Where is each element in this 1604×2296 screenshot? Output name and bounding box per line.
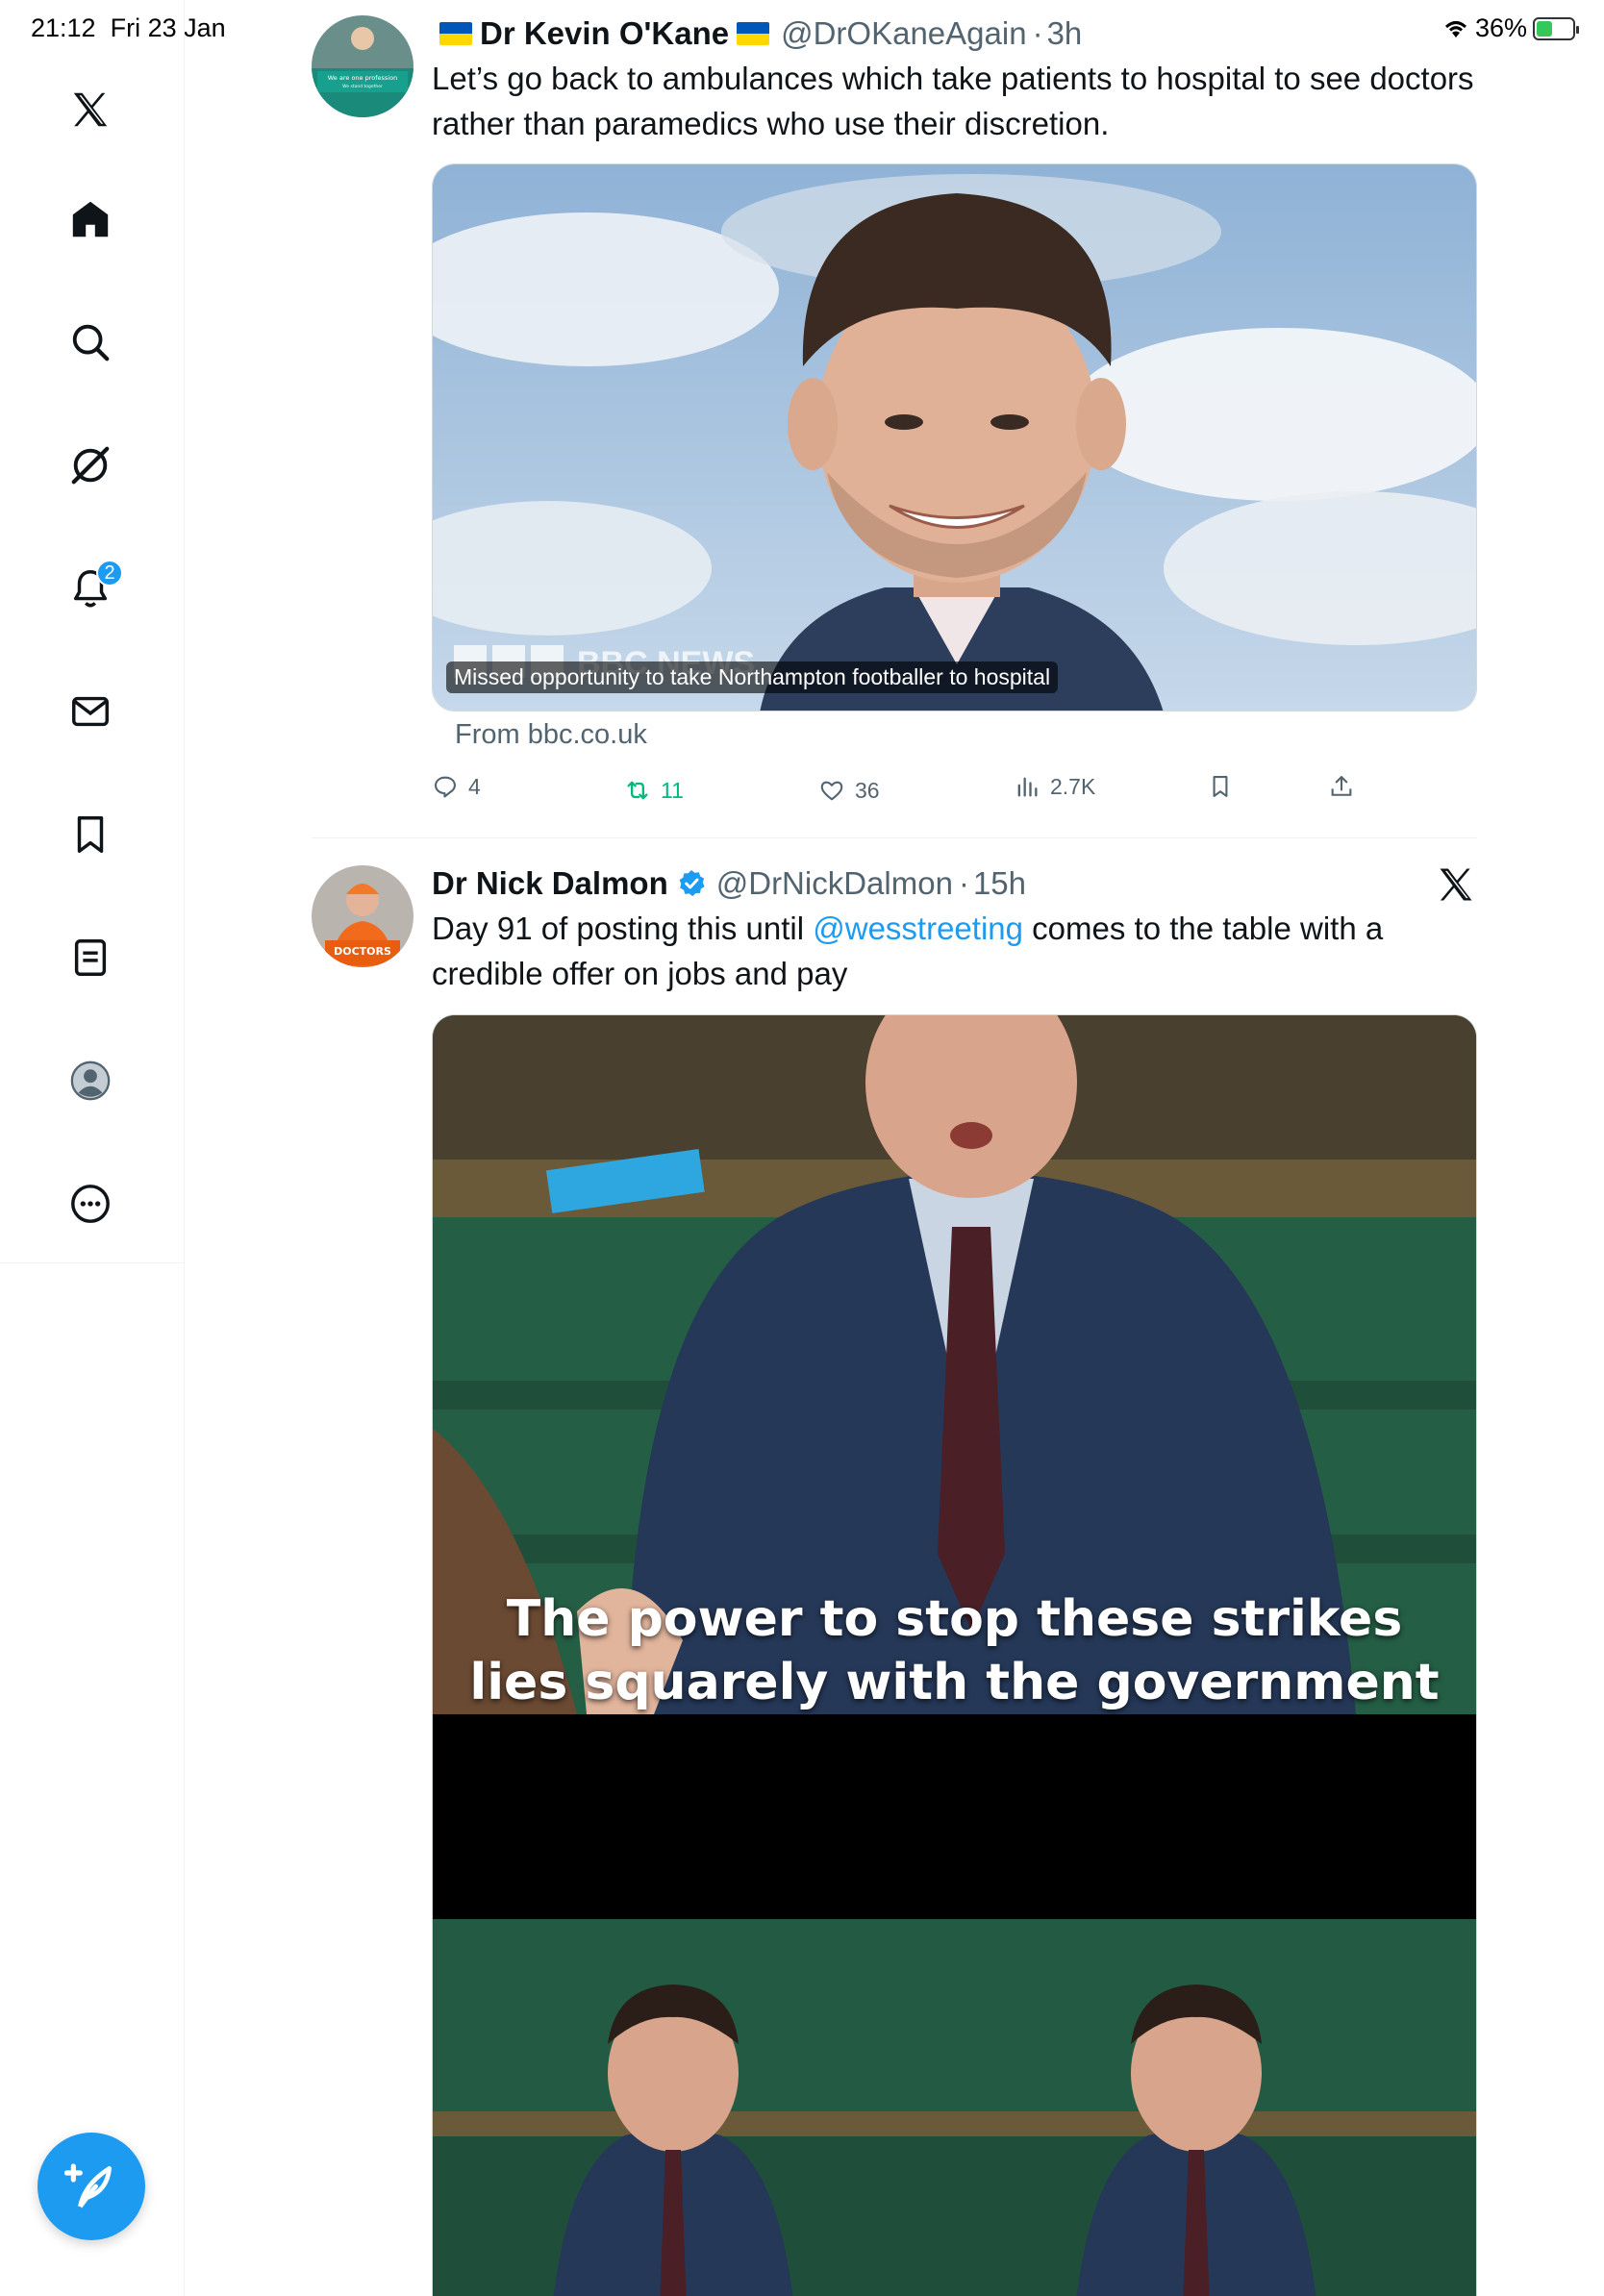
svg-text:We are one profession: We are one profession (328, 74, 397, 82)
notifications-badge: 2 (96, 560, 123, 586)
bell-icon[interactable]: 2 (63, 560, 123, 615)
author-handle[interactable]: @DrNickDalmon (716, 865, 953, 902)
bookmark-button[interactable] (1207, 773, 1234, 800)
tweet[interactable]: We are one profession We stand together … (312, 13, 1477, 831)
reply-button[interactable]: 4 (432, 773, 481, 800)
x-logo-icon[interactable] (63, 83, 117, 137)
views-button[interactable]: 2.7K (1014, 773, 1095, 800)
tweet-body: Dr Nick Dalmon @DrNickDalmon · 15h Day 9… (432, 863, 1477, 996)
video-subtitle: The power to stop these strikes lies squ… (469, 1590, 1440, 1711)
search-icon[interactable] (63, 315, 117, 369)
bookmark-icon (1213, 776, 1228, 797)
link-card-image[interactable]: BBC NEWS Missed opportunity to take Nort… (432, 163, 1477, 711)
news-photo: BBC NEWS (433, 164, 1476, 711)
share-button[interactable] (1328, 773, 1355, 800)
retweet-button[interactable]: 11 (624, 777, 684, 804)
link-source[interactable]: From bbc.co.uk (455, 719, 647, 751)
tweet-body: Dr Kevin O'Kane @DrOKaneAgain · 3h Let’s… (432, 13, 1477, 146)
ukraine-flag-icon (439, 22, 472, 45)
mail-icon[interactable] (63, 685, 117, 738)
avatar[interactable]: We are one profession We stand together (312, 15, 414, 117)
tweet-time[interactable]: 15h (973, 865, 1026, 902)
mention-link[interactable]: @wesstreeting (813, 911, 1023, 946)
grok-icon[interactable] (63, 438, 117, 492)
svg-text:DOCTORS: DOCTORS (334, 945, 391, 958)
sidebar: 2 (0, 0, 185, 2296)
avatar[interactable]: DOCTORS (312, 865, 414, 967)
compose-button[interactable] (38, 2133, 145, 2240)
share-icon (1331, 776, 1352, 796)
list-icon[interactable] (63, 931, 117, 985)
compose-feather-icon (64, 2163, 112, 2209)
home-icon[interactable] (63, 192, 117, 246)
tweet-text: Day 91 of posting this until @wesstreeti… (432, 911, 1384, 991)
ukraine-flag-icon (737, 22, 770, 45)
media-caption: Missed opportunity to take Northampton f… (446, 661, 1059, 693)
video-media[interactable]: The power to stop these strikes lies squ… (432, 1014, 1477, 2296)
battery-percent: 36% (1474, 13, 1527, 42)
author-name[interactable]: Dr Nick Dalmon (432, 865, 668, 902)
tweet-divider (312, 837, 1477, 838)
author-name[interactable]: Dr Kevin O'Kane (480, 15, 729, 52)
author-handle[interactable]: @DrOKaneAgain (781, 15, 1026, 52)
bookmark-icon[interactable] (63, 808, 117, 861)
svg-text:We stand together: We stand together (342, 84, 383, 89)
tweet-actions: 4 11 36 2.7K (312, 773, 1477, 811)
dot-separator: · (1032, 15, 1043, 51)
retweet-icon (627, 781, 648, 800)
reply-count: 4 (468, 773, 481, 799)
avatar-icon[interactable] (63, 1054, 117, 1108)
reply-icon (435, 776, 456, 798)
retweet-count: 11 (661, 777, 684, 803)
views-chart-icon (1017, 777, 1038, 797)
like-count: 36 (855, 777, 880, 803)
battery-icon (1533, 16, 1579, 40)
tweet-text: Let’s go back to ambulances which take p… (432, 61, 1474, 141)
tweet[interactable]: DOCTORS Dr Nick Dalmon @DrNickDalmon · 1… (312, 863, 1477, 2296)
sidebar-divider (0, 1262, 185, 1263)
x-logo-icon[interactable] (1435, 863, 1477, 906)
tweet-header: Dr Kevin O'Kane @DrOKaneAgain · 3h (432, 13, 1477, 54)
view-count: 2.7K (1050, 773, 1096, 799)
more-icon[interactable] (63, 1177, 117, 1231)
tweet-header: Dr Nick Dalmon @DrNickDalmon · 15h (432, 863, 1477, 904)
like-button[interactable]: 36 (818, 777, 880, 804)
tweet-time[interactable]: 3h (1047, 15, 1083, 52)
verified-badge-icon (679, 870, 705, 897)
dot-separator: · (958, 865, 969, 901)
heart-icon (820, 781, 843, 801)
